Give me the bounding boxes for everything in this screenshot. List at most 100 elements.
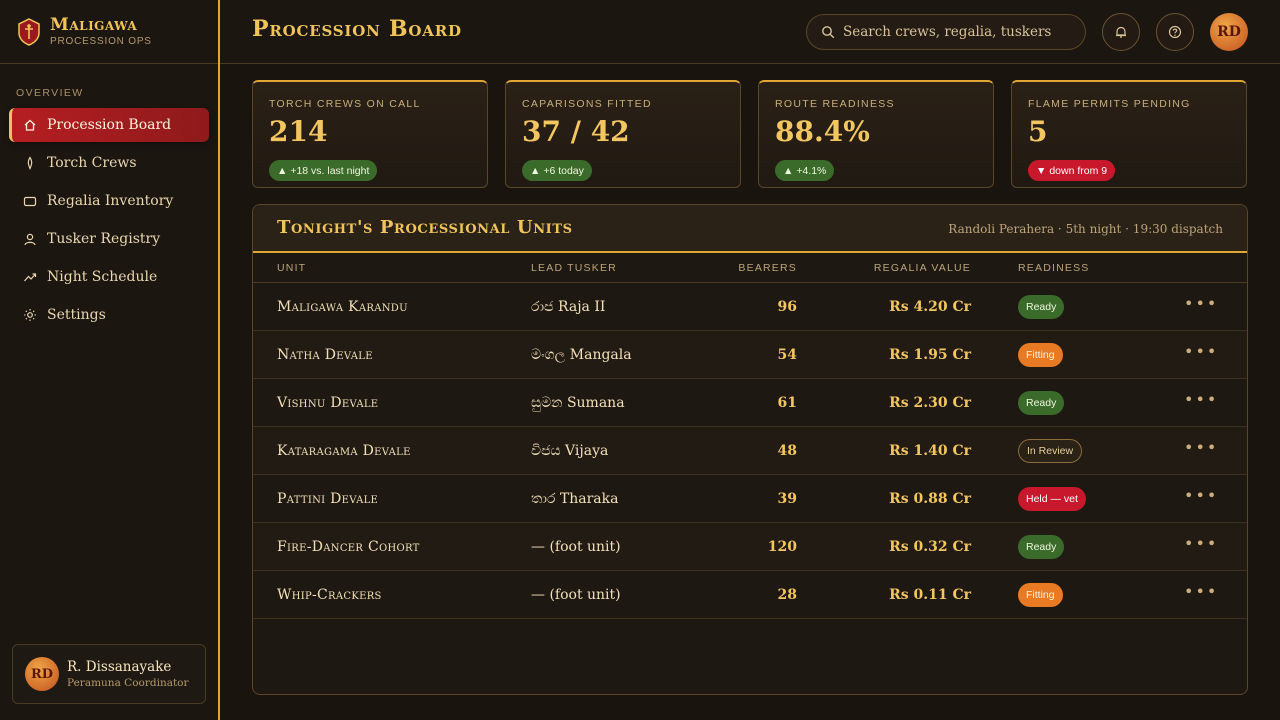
table-row[interactable]: Pattini Devale තාර Tharaka 39 Rs 0.88 Cr… [253,475,1247,523]
lead-tusker: සුමන Sumana [531,395,625,411]
table-row[interactable]: Natha Devale මංගල Mangala 54 Rs 1.95 Cr … [253,331,1247,379]
more-options-icon[interactable]: ••• [1184,296,1216,317]
triangle-up-icon: ▲ [277,164,291,177]
search-input[interactable] [843,24,1073,40]
lead-tusker: තාර Tharaka [531,491,619,507]
more-options-icon[interactable]: ••• [1184,536,1216,557]
stat-card-route-readiness: ROUTE READINESS 88.4% ▲ +4.1% [758,80,994,188]
column-header-lead-tusker[interactable]: LEAD TUSKER [531,262,617,274]
more-options-icon[interactable]: ••• [1184,488,1216,509]
sidebar-item-label: Tusker Registry [47,231,161,247]
stat-card-torch-crews: TORCH CREWS ON CALL 214 ▲ +18 vs. last n… [252,80,488,188]
table-body: Maligawa Karandu රාජ Raja II 96 Rs 4.20 … [253,283,1247,619]
column-header-unit[interactable]: UNIT [277,262,306,274]
sidebar-item-label: Torch Crews [47,155,137,171]
sidebar-item-settings[interactable]: Settings [9,298,209,332]
bearers-count: 39 [777,491,797,507]
sidebar-item-procession-board[interactable]: Procession Board [9,108,209,142]
regalia-value: Rs 2.30 Cr [889,395,971,411]
brand-subtitle: PROCESSION OPS [50,36,152,47]
sidebar-item-tusker-registry[interactable]: Tusker Registry [9,222,209,256]
stat-card-caparisons: CAPARISONS FITTED 37 / 42 ▲ +6 today [505,80,741,188]
more-options-icon[interactable]: ••• [1184,392,1216,413]
stat-delta-badge: ▲ +6 today [522,160,592,181]
stat-label: FLAME PERMITS PENDING [1028,98,1191,110]
status-badge: Fitting [1018,583,1063,607]
unit-name: Kataragama Devale [277,443,411,459]
panel-meta: Randoli Perahera · 5th night · 19:30 dis… [948,222,1223,236]
lead-tusker: — (foot unit) [531,539,621,555]
column-header-regalia-value[interactable]: REGALIA VALUE [874,262,971,274]
stat-delta: +4.1% [796,164,827,177]
stat-value: 5 [1028,115,1048,148]
brand[interactable]: Maligawa PROCESSION OPS [0,0,218,64]
sidebar-item-label: Regalia Inventory [47,193,174,209]
sidebar-item-torch-crews[interactable]: Torch Crews [9,146,209,180]
bearers-count: 28 [777,587,797,603]
user-card[interactable]: RD R. Dissanayake Peramuna Coordinator [12,644,206,704]
stat-value: 214 [269,115,328,148]
bearers-count: 48 [777,443,797,459]
regalia-value: Rs 1.40 Cr [889,443,971,459]
stat-label: CAPARISONS FITTED [522,98,652,110]
triangle-up-icon: ▲ [530,164,544,177]
stat-delta-badge: ▲ +4.1% [775,160,835,181]
stat-label: TORCH CREWS ON CALL [269,98,421,110]
column-header-readiness[interactable]: READINESS [1018,262,1089,274]
lead-tusker: විජය Vijaya [531,443,609,459]
sidebar-item-regalia-inventory[interactable]: Regalia Inventory [9,184,209,218]
table-header: UNIT LEAD TUSKER BEARERS REGALIA VALUE R… [253,253,1247,283]
search-icon [822,26,835,39]
temple-shield-icon [18,17,40,46]
lead-tusker: මංගල Mangala [531,347,632,363]
table-row[interactable]: Whip-Crackers — (foot unit) 28 Rs 0.11 C… [253,571,1247,619]
table-row[interactable]: Kataragama Devale විජය Vijaya 48 Rs 1.40… [253,427,1247,475]
more-options-icon[interactable]: ••• [1184,344,1216,365]
more-options-icon[interactable]: ••• [1184,440,1216,461]
notifications-button[interactable] [1102,13,1140,51]
nav-section-label: OVERVIEW [16,87,84,99]
status-badge: In Review [1018,439,1083,463]
unit-name: Vishnu Devale [277,395,379,411]
unit-name: Pattini Devale [277,491,379,507]
table-row[interactable]: Maligawa Karandu රාජ Raja II 96 Rs 4.20 … [253,283,1247,331]
sidebar-item-label: Night Schedule [47,269,158,285]
bell-icon [1116,26,1126,38]
trend-icon [23,270,37,284]
stat-delta-badge: ▲ +18 vs. last night [269,160,378,181]
bearers-count: 96 [777,299,797,315]
brand-name: Maligawa [50,15,138,35]
avatar: RD [1210,13,1248,51]
table-row[interactable]: Fire-Dancer Cohort — (foot unit) 120 Rs … [253,523,1247,571]
unit-name: Whip-Crackers [277,587,382,603]
sidebar-item-night-schedule[interactable]: Night Schedule [9,260,209,294]
sidebar-nav: Procession Board Torch Crews Regalia Inv… [0,108,218,332]
lead-tusker: රාජ Raja II [531,299,606,315]
regalia-value: Rs 4.20 Cr [889,299,971,315]
help-icon [1168,25,1182,39]
box-icon [23,194,37,208]
user-role: Peramuna Coordinator [67,677,189,689]
unit-name: Natha Devale [277,347,373,363]
help-button[interactable] [1156,13,1194,51]
search-bar[interactable] [806,14,1086,50]
header-avatar-button[interactable]: RD [1210,13,1248,51]
table-row[interactable]: Vishnu Devale සුමන Sumana 61 Rs 2.30 Cr … [253,379,1247,427]
column-header-bearers[interactable]: BEARERS [738,262,797,274]
user-name: R. Dissanayake [67,659,172,675]
stat-value: 37 / 42 [522,115,630,148]
flame-icon [23,156,37,170]
bearers-count: 61 [777,395,797,411]
stat-delta: +18 vs. last night [290,164,370,177]
stat-label: ROUTE READINESS [775,98,895,110]
stat-delta: down from 9 [1049,164,1108,177]
sidebar: Maligawa PROCESSION OPS OVERVIEW Process… [0,0,220,720]
more-options-icon[interactable]: ••• [1184,584,1216,605]
top-header: Procession Board RD [220,0,1280,64]
stat-value: 88.4% [775,115,870,148]
page-title: Procession Board [252,16,462,42]
unit-name: Fire-Dancer Cohort [277,539,420,555]
regalia-value: Rs 0.88 Cr [889,491,971,507]
sun-gear-icon [23,308,37,322]
lead-tusker: — (foot unit) [531,587,621,603]
